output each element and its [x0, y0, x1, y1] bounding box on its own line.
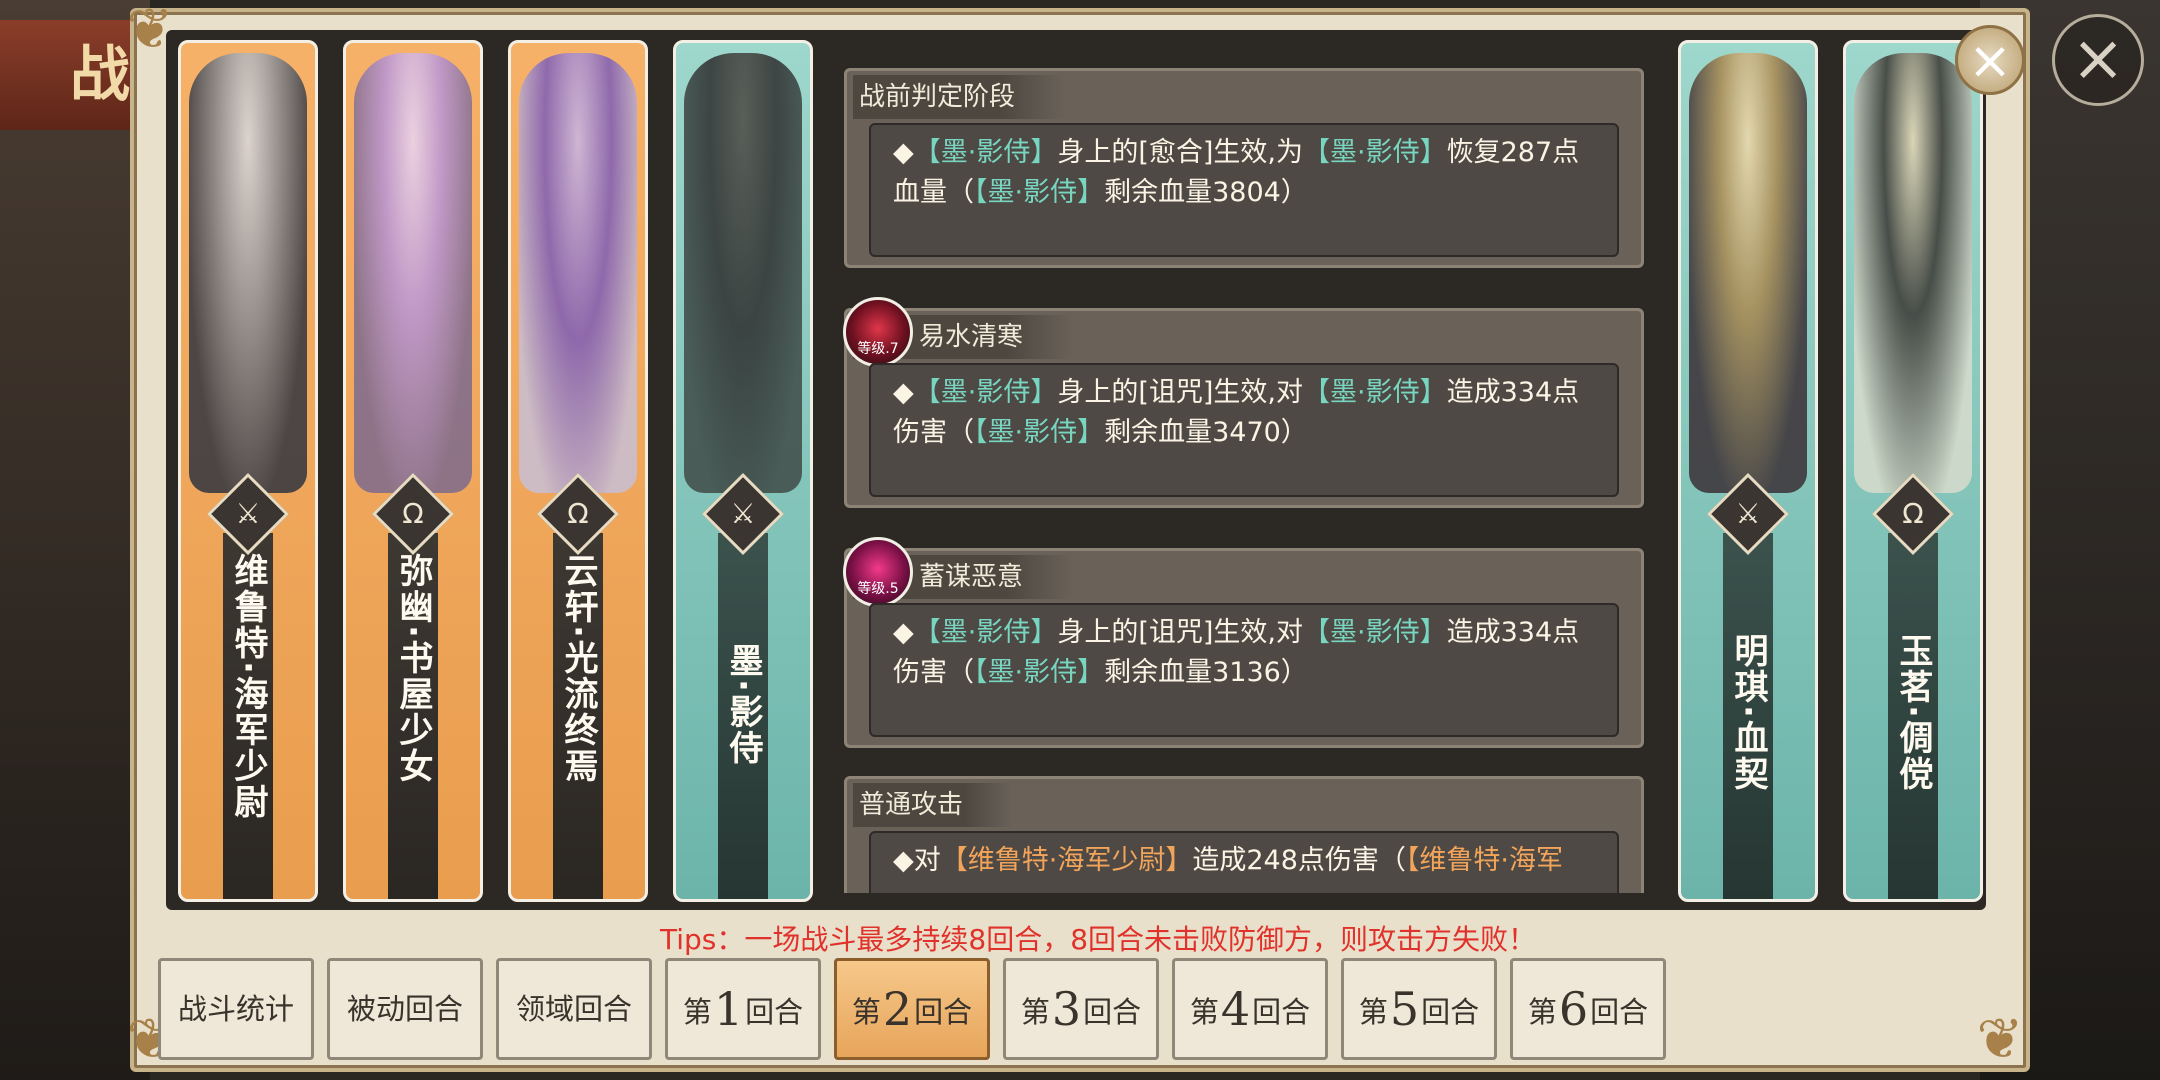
log-entry: ◆【墨·影侍】身上的[诅咒]生效,对【墨·影侍】造成334点伤害（【墨·影侍】剩…	[869, 363, 1619, 497]
skill-icon[interactable]: 等级.5	[843, 537, 913, 607]
character-card-left-4[interactable]: ⚔ 墨·影侍	[673, 40, 813, 902]
log-section-normal-attack: 普通攻击 ◆对【维鲁特·海军少尉】造成248点伤害（【维鲁特·海军	[844, 776, 1644, 893]
character-portrait	[1689, 53, 1807, 493]
character-portrait	[189, 53, 307, 493]
tab-passive-round[interactable]: 被动回合	[327, 958, 483, 1060]
tab-round-1[interactable]: 第1回合	[665, 958, 821, 1060]
log-section-title: 战前判定阶段	[853, 75, 1066, 119]
character-name: 云轩·光流终焉	[558, 553, 598, 784]
corner-ornament-icon: ❦	[1976, 1007, 2024, 1072]
character-portrait	[1854, 53, 1972, 493]
character-name: 维鲁特·海军少尉	[228, 553, 268, 820]
tab-round-5[interactable]: 第5回合	[1341, 958, 1497, 1060]
character-name: 明琪·血契	[1728, 633, 1768, 792]
character-name: 墨·影侍	[723, 643, 763, 766]
character-card-right-2[interactable]: Ω 玉茗·倜傥	[1843, 40, 1983, 902]
log-entry: ◆对【维鲁特·海军少尉】造成248点伤害（【维鲁特·海军	[869, 831, 1619, 893]
tab-domain-round[interactable]: 领域回合	[496, 958, 652, 1060]
character-portrait	[519, 53, 637, 493]
character-card-left-3[interactable]: Ω 云轩·光流终焉	[508, 40, 648, 902]
log-section-title: 普通攻击	[853, 783, 1014, 827]
character-card-right-1[interactable]: ⚔ 明琪·血契	[1678, 40, 1818, 902]
tab-battle-stats[interactable]: 战斗统计	[158, 958, 314, 1060]
skill-level: 等级.7	[857, 341, 899, 357]
tips-text: Tips：一场战斗最多持续8回合，8回合未击败防御方，则攻击方失败！	[660, 923, 1537, 956]
tab-round-4[interactable]: 第4回合	[1172, 958, 1328, 1060]
close-icon[interactable]: ×	[2052, 14, 2144, 106]
character-portrait	[354, 53, 472, 493]
log-entry: ◆【墨·影侍】身上的[诅咒]生效,对【墨·影侍】造成334点伤害（【墨·影侍】剩…	[869, 603, 1619, 737]
log-section-prebattle: 战前判定阶段 ◆【墨·影侍】身上的[愈合]生效,为【墨·影侍】恢复287点血量（…	[844, 68, 1644, 268]
battle-log[interactable]: 战前判定阶段 ◆【墨·影侍】身上的[愈合]生效,为【墨·影侍】恢复287点血量（…	[838, 58, 1646, 893]
tab-round-3[interactable]: 第3回合	[1003, 958, 1159, 1060]
close-icon[interactable]: ×	[1955, 25, 2025, 95]
character-card-left-1[interactable]: ⚔ 维鲁特·海军少尉	[178, 40, 318, 902]
skill-level: 等级.5	[857, 581, 899, 597]
tab-round-6[interactable]: 第6回合	[1510, 958, 1666, 1060]
log-section-skill-1: 易水清寒 等级.7 ◆【墨·影侍】身上的[诅咒]生效,对【墨·影侍】造成334点…	[843, 297, 1644, 508]
background-left	[0, 0, 150, 1080]
character-name: 弥幽·书屋少女	[393, 553, 433, 784]
character-portrait	[684, 53, 802, 493]
character-name: 玉茗·倜傥	[1893, 633, 1933, 792]
character-card-left-2[interactable]: Ω 弥幽·书屋少女	[343, 40, 483, 902]
log-entry: ◆【墨·影侍】身上的[愈合]生效,为【墨·影侍】恢复287点血量（【墨·影侍】剩…	[869, 123, 1619, 257]
skill-icon[interactable]: 等级.7	[843, 297, 913, 367]
tab-round-2[interactable]: 第2回合	[834, 958, 990, 1060]
log-section-skill-2: 蓄谋恶意 等级.5 ◆【墨·影侍】身上的[诅咒]生效,对【墨·影侍】造成334点…	[843, 537, 1644, 748]
